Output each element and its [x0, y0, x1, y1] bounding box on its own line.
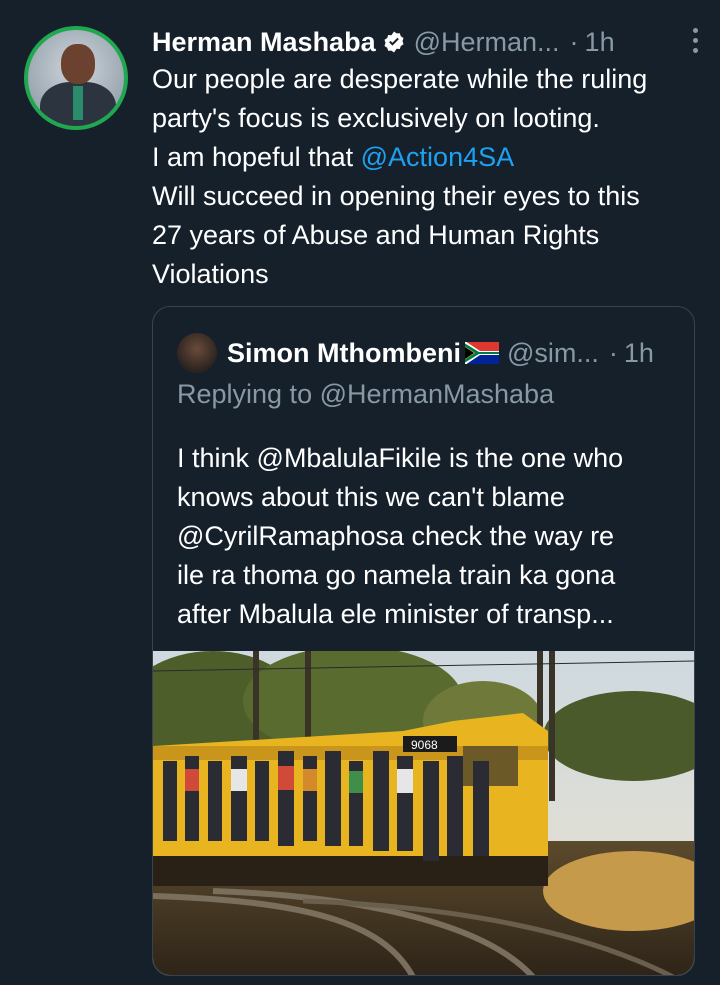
- train-number: 9068: [411, 738, 438, 752]
- author-handle[interactable]: @Herman...: [414, 27, 560, 58]
- quoted-author-avatar: [177, 333, 217, 373]
- quoted-line: ile ra thoma go namela train ka gona: [177, 560, 616, 590]
- replying-to: Replying to @HermanMashaba: [177, 379, 555, 409]
- quoted-author-handle: @sim...: [506, 337, 599, 368]
- quoted-tweet-body: I think @MbalulaFikile is the one who kn…: [177, 439, 677, 634]
- tweet-time[interactable]: 1h: [585, 27, 615, 58]
- quoted-tweet-card[interactable]: Simon Mthombeni @sim... · 1h Replying to…: [152, 306, 695, 976]
- avatar-tie: [73, 86, 83, 120]
- quoted-line: I think @MbalulaFikile is the one who: [177, 443, 624, 473]
- more-vertical-icon[interactable]: [690, 28, 700, 56]
- quoted-line: @CyrilRamaphosa check the way re: [177, 521, 615, 551]
- quoted-line: after Mbalula ele minister of transp...: [177, 599, 614, 629]
- tweet-line-text: I am hopeful that: [152, 142, 361, 172]
- south-africa-flag-icon: [464, 342, 499, 364]
- tweet-line: Our people are desperate while the rulin…: [152, 64, 648, 94]
- tweet-line: I am hopeful that @Action4SA: [152, 138, 707, 177]
- separator: ·: [569, 26, 579, 57]
- author-name[interactable]: Herman Mashaba: [152, 27, 376, 58]
- tweet-line: Will succeed in opening their eyes to th…: [152, 181, 640, 211]
- train-photo[interactable]: 9068: [153, 651, 694, 976]
- quoted-author-name: Simon Mthombeni: [227, 337, 461, 368]
- tweet-line: 27 years of Abuse and Human Rights: [152, 220, 600, 250]
- tweet-header: Herman Mashaba @Herman... · 1h: [152, 24, 704, 60]
- quoted-tweet-header: Simon Mthombeni @sim... · 1h: [227, 333, 678, 373]
- tweet-line: Violations: [152, 259, 269, 289]
- quoted-line: knows about this we can't blame: [177, 482, 565, 512]
- tweet-line: party's focus is exclusively on looting.: [152, 103, 600, 133]
- verified-badge-icon: [384, 31, 404, 53]
- author-avatar[interactable]: [24, 26, 128, 130]
- tweet-body: Our people are desperate while the rulin…: [152, 60, 707, 294]
- quoted-tweet-time: 1h: [623, 337, 654, 368]
- avatar-face: [61, 44, 95, 84]
- mention-link[interactable]: @Action4SA: [361, 142, 514, 172]
- separator: ·: [608, 337, 618, 368]
